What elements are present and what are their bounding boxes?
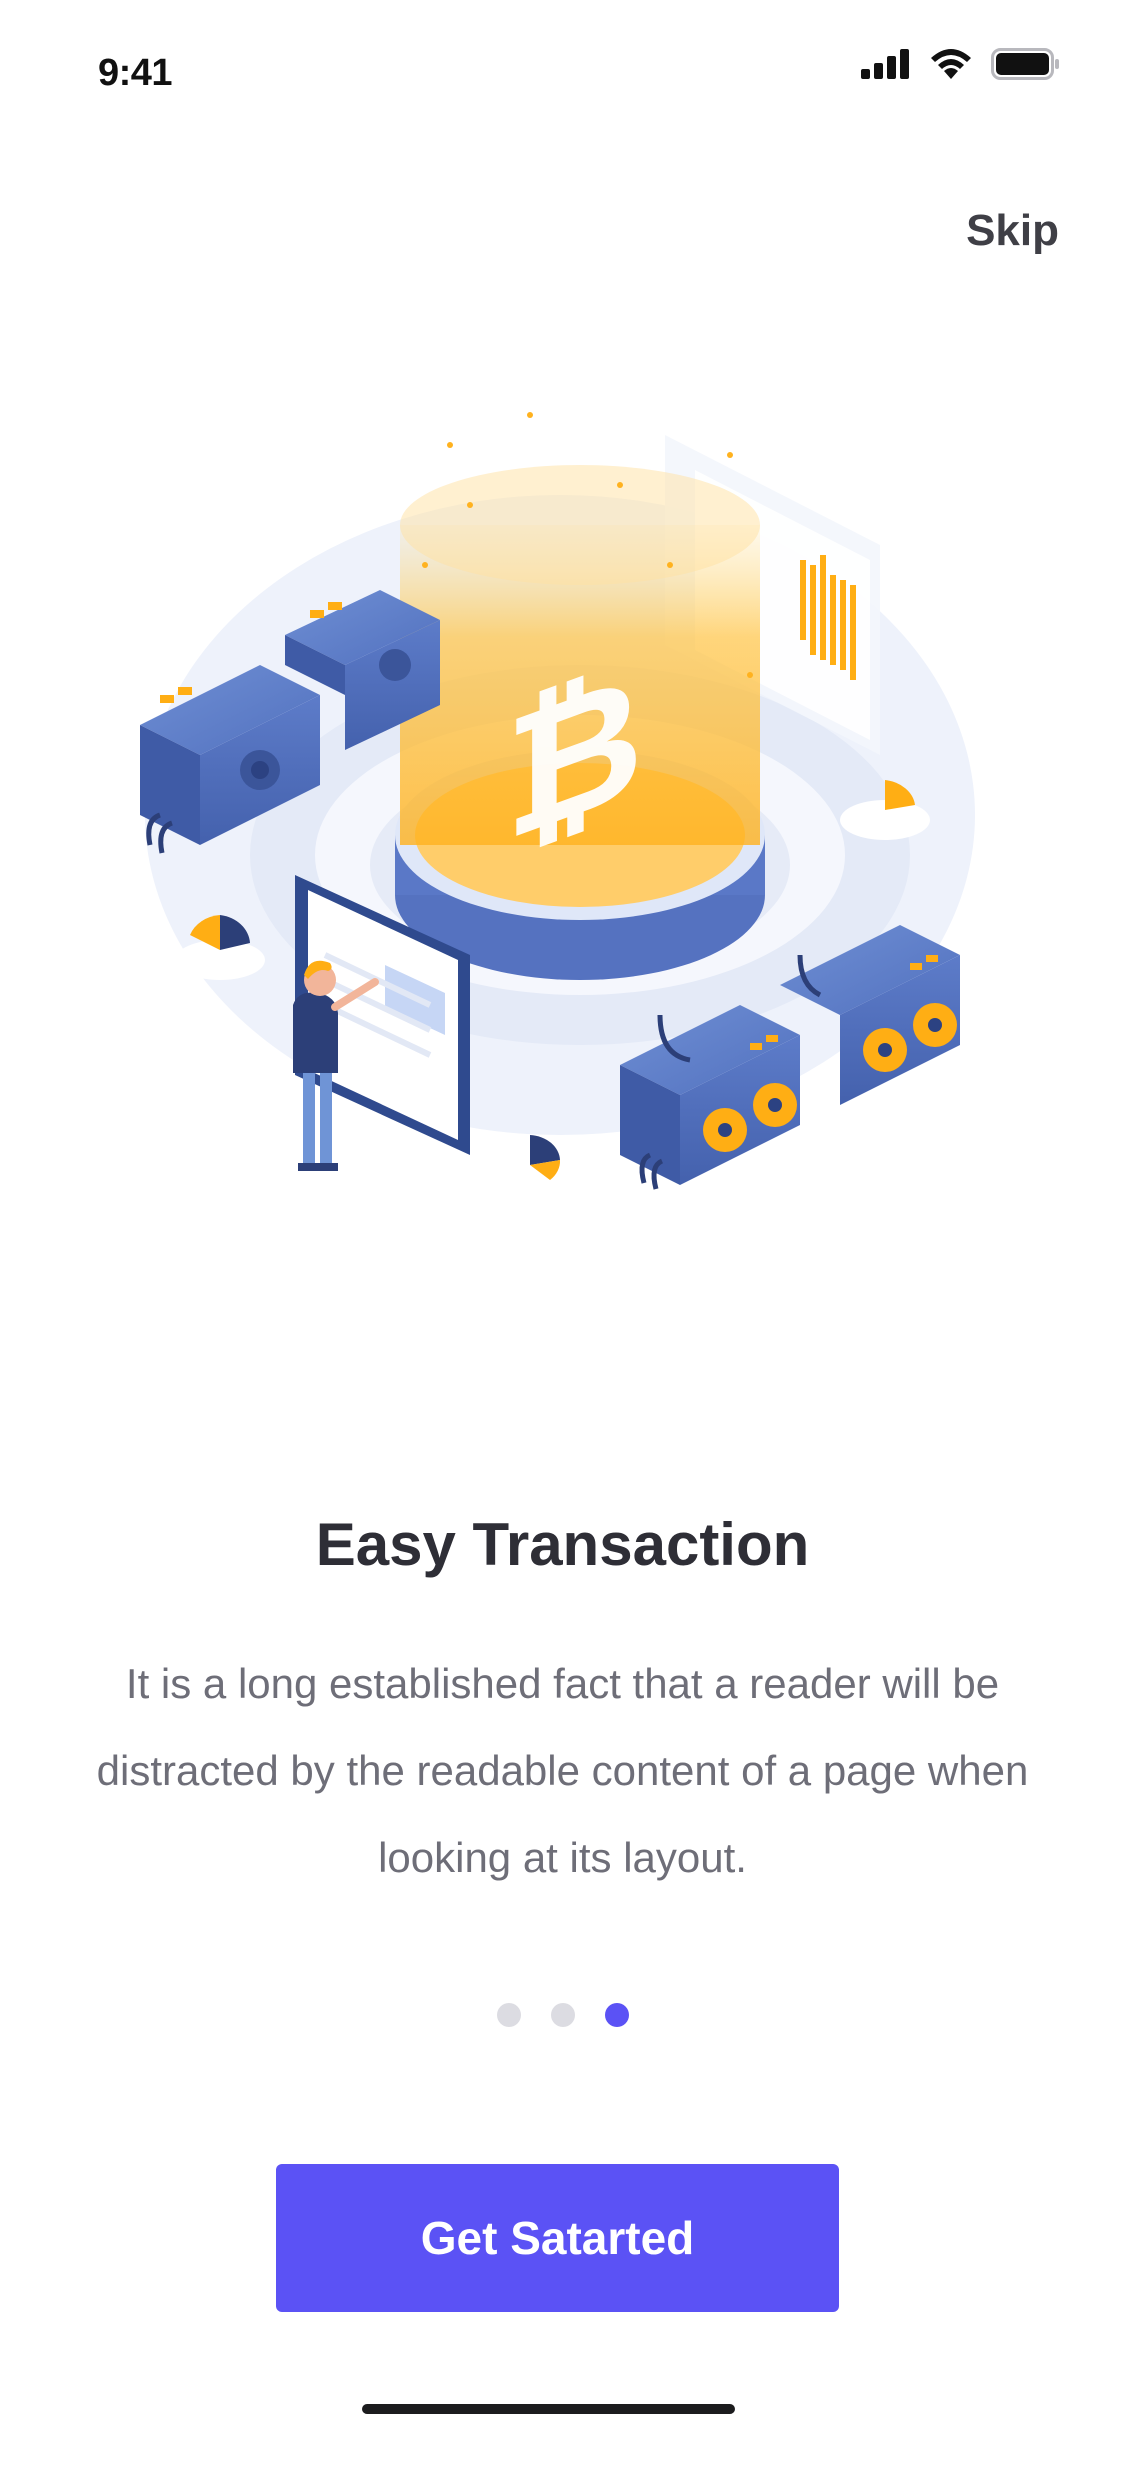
status-icons (861, 48, 1061, 80)
hero-illustration: ₿ (110, 395, 1010, 1235)
skip-button[interactable]: Skip (966, 206, 1059, 256)
page-indicator (0, 2003, 1125, 2027)
onboarding-description: It is a long established fact that a rea… (96, 1660, 1029, 1881)
cellular-signal-icon (861, 49, 909, 79)
status-bar: 9:41 (0, 0, 1125, 140)
bitcoin-mining-illustration: ₿ (140, 412, 975, 1193)
get-started-button[interactable]: Get Satarted (276, 2164, 839, 2312)
page-dot-1[interactable] (496, 2003, 521, 2027)
page-dot-3-active[interactable] (604, 2003, 629, 2027)
status-time: 9:41 (98, 52, 173, 94)
wifi-icon (931, 49, 971, 79)
page-dot-2[interactable] (550, 2003, 575, 2027)
home-indicator[interactable] (362, 2404, 735, 2414)
onboarding-title: Easy Transaction (315, 1511, 810, 1578)
battery-icon (991, 48, 1059, 80)
